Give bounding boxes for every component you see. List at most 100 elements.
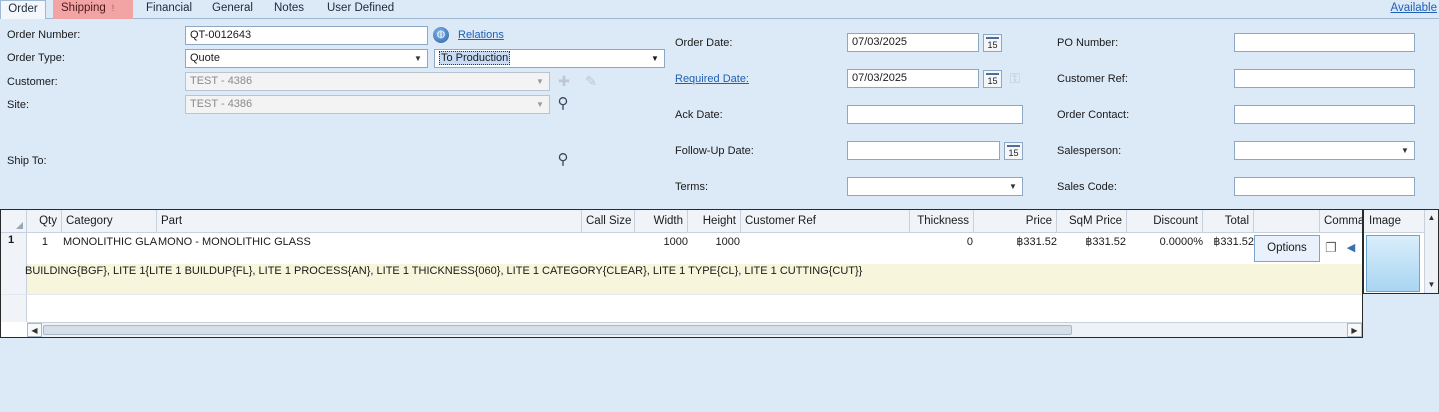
order-type-value: Quote <box>190 52 220 64</box>
available-link[interactable]: Available <box>1391 0 1437 19</box>
production-status-value: To Production <box>439 51 511 65</box>
order-type-select[interactable]: Quote ▼ <box>185 49 428 68</box>
calendar-icon[interactable]: 15 <box>1004 142 1023 160</box>
column-category[interactable]: Category <box>62 210 157 233</box>
column-total[interactable]: Total <box>1203 210 1254 233</box>
customer-ref-field[interactable] <box>1234 69 1415 88</box>
scroll-right-icon[interactable]: ▶ <box>1347 323 1362 337</box>
tab-notes[interactable]: Notes <box>266 0 312 19</box>
order-contact-field[interactable] <box>1234 105 1415 124</box>
site-value: TEST - 4386 <box>190 98 253 110</box>
cell-height[interactable]: 1000 <box>688 234 740 250</box>
cell-discount[interactable]: 0.0000% <box>1127 234 1203 250</box>
cell-category[interactable]: MONOLITHIC GLASS <box>63 234 157 250</box>
image-panel: Image ▲ ▼ <box>1363 209 1439 294</box>
chevron-down-icon[interactable]: ▼ <box>646 50 664 67</box>
cell-qty[interactable]: 1 <box>27 234 48 250</box>
calendar-icon[interactable]: 15 <box>983 70 1002 88</box>
tab-user-defined[interactable]: User Defined <box>319 0 402 19</box>
line-items-grid: Qty Category Part Call Size Width Height… <box>0 209 1363 338</box>
tab-shipping[interactable]: Shipping! <box>53 0 133 19</box>
edit-customer-icon: ✎ <box>585 73 597 89</box>
scroll-up-icon[interactable]: ▲ <box>1425 211 1438 225</box>
tab-bar: Order Shipping! Financial General Notes … <box>0 0 1439 19</box>
chevron-down-icon[interactable]: ▼ <box>1396 142 1414 159</box>
column-comments[interactable]: Comman <box>1320 210 1362 233</box>
column-customer-ref[interactable]: Customer Ref <box>741 210 910 233</box>
po-number-field[interactable] <box>1234 33 1415 52</box>
column-qty[interactable]: Qty <box>27 210 62 233</box>
column-height[interactable]: Height <box>688 210 741 233</box>
globe-icon[interactable]: ◍ <box>433 27 449 43</box>
column-thickness[interactable]: Thickness <box>910 210 974 233</box>
key-icon: ⚿ <box>1009 70 1021 86</box>
image-header: Image <box>1364 210 1424 233</box>
production-status-select[interactable]: To Production ▼ <box>434 49 665 68</box>
row-header[interactable]: 1 <box>1 233 27 264</box>
order-date-field[interactable]: 07/03/2025 <box>847 33 979 52</box>
column-part[interactable]: Part <box>157 210 582 233</box>
column-discount[interactable]: Discount <box>1127 210 1203 233</box>
options-button[interactable]: Options <box>1254 235 1320 262</box>
ship-to-label: Ship To: <box>7 155 47 167</box>
order-number-label: Order Number: <box>7 29 81 41</box>
chevron-down-icon[interactable]: ▼ <box>1004 178 1022 195</box>
tab-financial[interactable]: Financial <box>138 0 200 19</box>
order-contact-label: Order Contact: <box>1057 109 1130 121</box>
sales-code-field[interactable] <box>1234 177 1415 196</box>
search-site-icon[interactable]: ⚲ <box>554 95 572 113</box>
terms-label: Terms: <box>675 181 708 193</box>
terms-select[interactable]: ▼ <box>847 177 1023 196</box>
chevron-down-icon[interactable]: ▼ <box>409 50 427 67</box>
site-select[interactable]: TEST - 4386 ▼ <box>185 95 550 114</box>
horizontal-scrollbar[interactable]: ◀ ▶ <box>27 322 1362 337</box>
salesperson-select[interactable]: ▼ <box>1234 141 1415 160</box>
relations-link[interactable]: Relations <box>458 29 504 41</box>
order-date-label: Order Date: <box>675 37 733 49</box>
site-label: Site: <box>7 99 30 111</box>
chevron-down-icon[interactable]: ▼ <box>531 96 549 113</box>
column-options <box>1254 210 1320 233</box>
ack-date-field[interactable] <box>847 105 1023 124</box>
row-number: 1 <box>8 234 15 246</box>
vertical-scrollbar[interactable]: ▲ ▼ <box>1424 210 1438 293</box>
column-price[interactable]: Price <box>974 210 1057 233</box>
cell-price[interactable]: ฿331.52 <box>974 234 1057 250</box>
followup-date-field[interactable] <box>847 141 1000 160</box>
empty-row[interactable] <box>1 294 1362 322</box>
tab-order[interactable]: Order <box>0 0 46 19</box>
copy-icon[interactable]: ❐ <box>1322 239 1340 257</box>
customer-value: TEST - 4386 <box>190 75 253 87</box>
salesperson-label: Salesperson: <box>1057 145 1122 157</box>
column-sqm-price[interactable]: SqM Price <box>1057 210 1127 233</box>
line-detail-text: BUILDING{BGF}, LITE 1{LITE 1 BUILDUP{FL}… <box>25 265 863 277</box>
glass-image-thumbnail[interactable] <box>1366 235 1420 292</box>
column-call-size[interactable]: Call Size <box>582 210 635 233</box>
required-date-field[interactable]: 07/03/2025 <box>847 69 979 88</box>
order-number-field[interactable]: QT-0012643 <box>185 26 428 45</box>
customer-ref-label: Customer Ref: <box>1057 73 1128 85</box>
column-width[interactable]: Width <box>635 210 688 233</box>
chevron-down-icon[interactable]: ▼ <box>531 73 549 90</box>
cell-total[interactable]: ฿331.52 <box>1203 234 1254 250</box>
cell-width[interactable]: 1000 <box>635 234 688 250</box>
cell-sqm-price[interactable]: ฿331.52 <box>1057 234 1126 250</box>
scroll-left-icon[interactable]: ◀ <box>27 323 42 337</box>
tab-shipping-label: Shipping <box>61 2 106 14</box>
speaker-icon[interactable]: ◀ <box>1342 239 1360 257</box>
customer-select[interactable]: TEST - 4386 ▼ <box>185 72 550 91</box>
scroll-down-icon[interactable]: ▼ <box>1425 278 1438 292</box>
warning-icon: ! <box>111 3 115 13</box>
order-header-form: Order Number: QT-0012643 ◍ Relations Ord… <box>0 20 1439 208</box>
scroll-thumb[interactable] <box>43 325 1072 335</box>
required-date-label[interactable]: Required Date: <box>675 73 749 85</box>
cell-part[interactable]: MONO - MONOLITHIC GLASS <box>158 234 578 250</box>
order-type-label: Order Type: <box>7 52 65 64</box>
followup-date-label: Follow-Up Date: <box>675 145 754 157</box>
cell-thickness[interactable]: 0 <box>910 234 973 250</box>
tab-general[interactable]: General <box>204 0 261 19</box>
select-all-corner[interactable] <box>1 210 27 233</box>
search-ship-to-icon[interactable]: ⚲ <box>554 151 572 169</box>
calendar-icon[interactable]: 15 <box>983 34 1002 52</box>
ack-date-label: Ack Date: <box>675 109 723 121</box>
